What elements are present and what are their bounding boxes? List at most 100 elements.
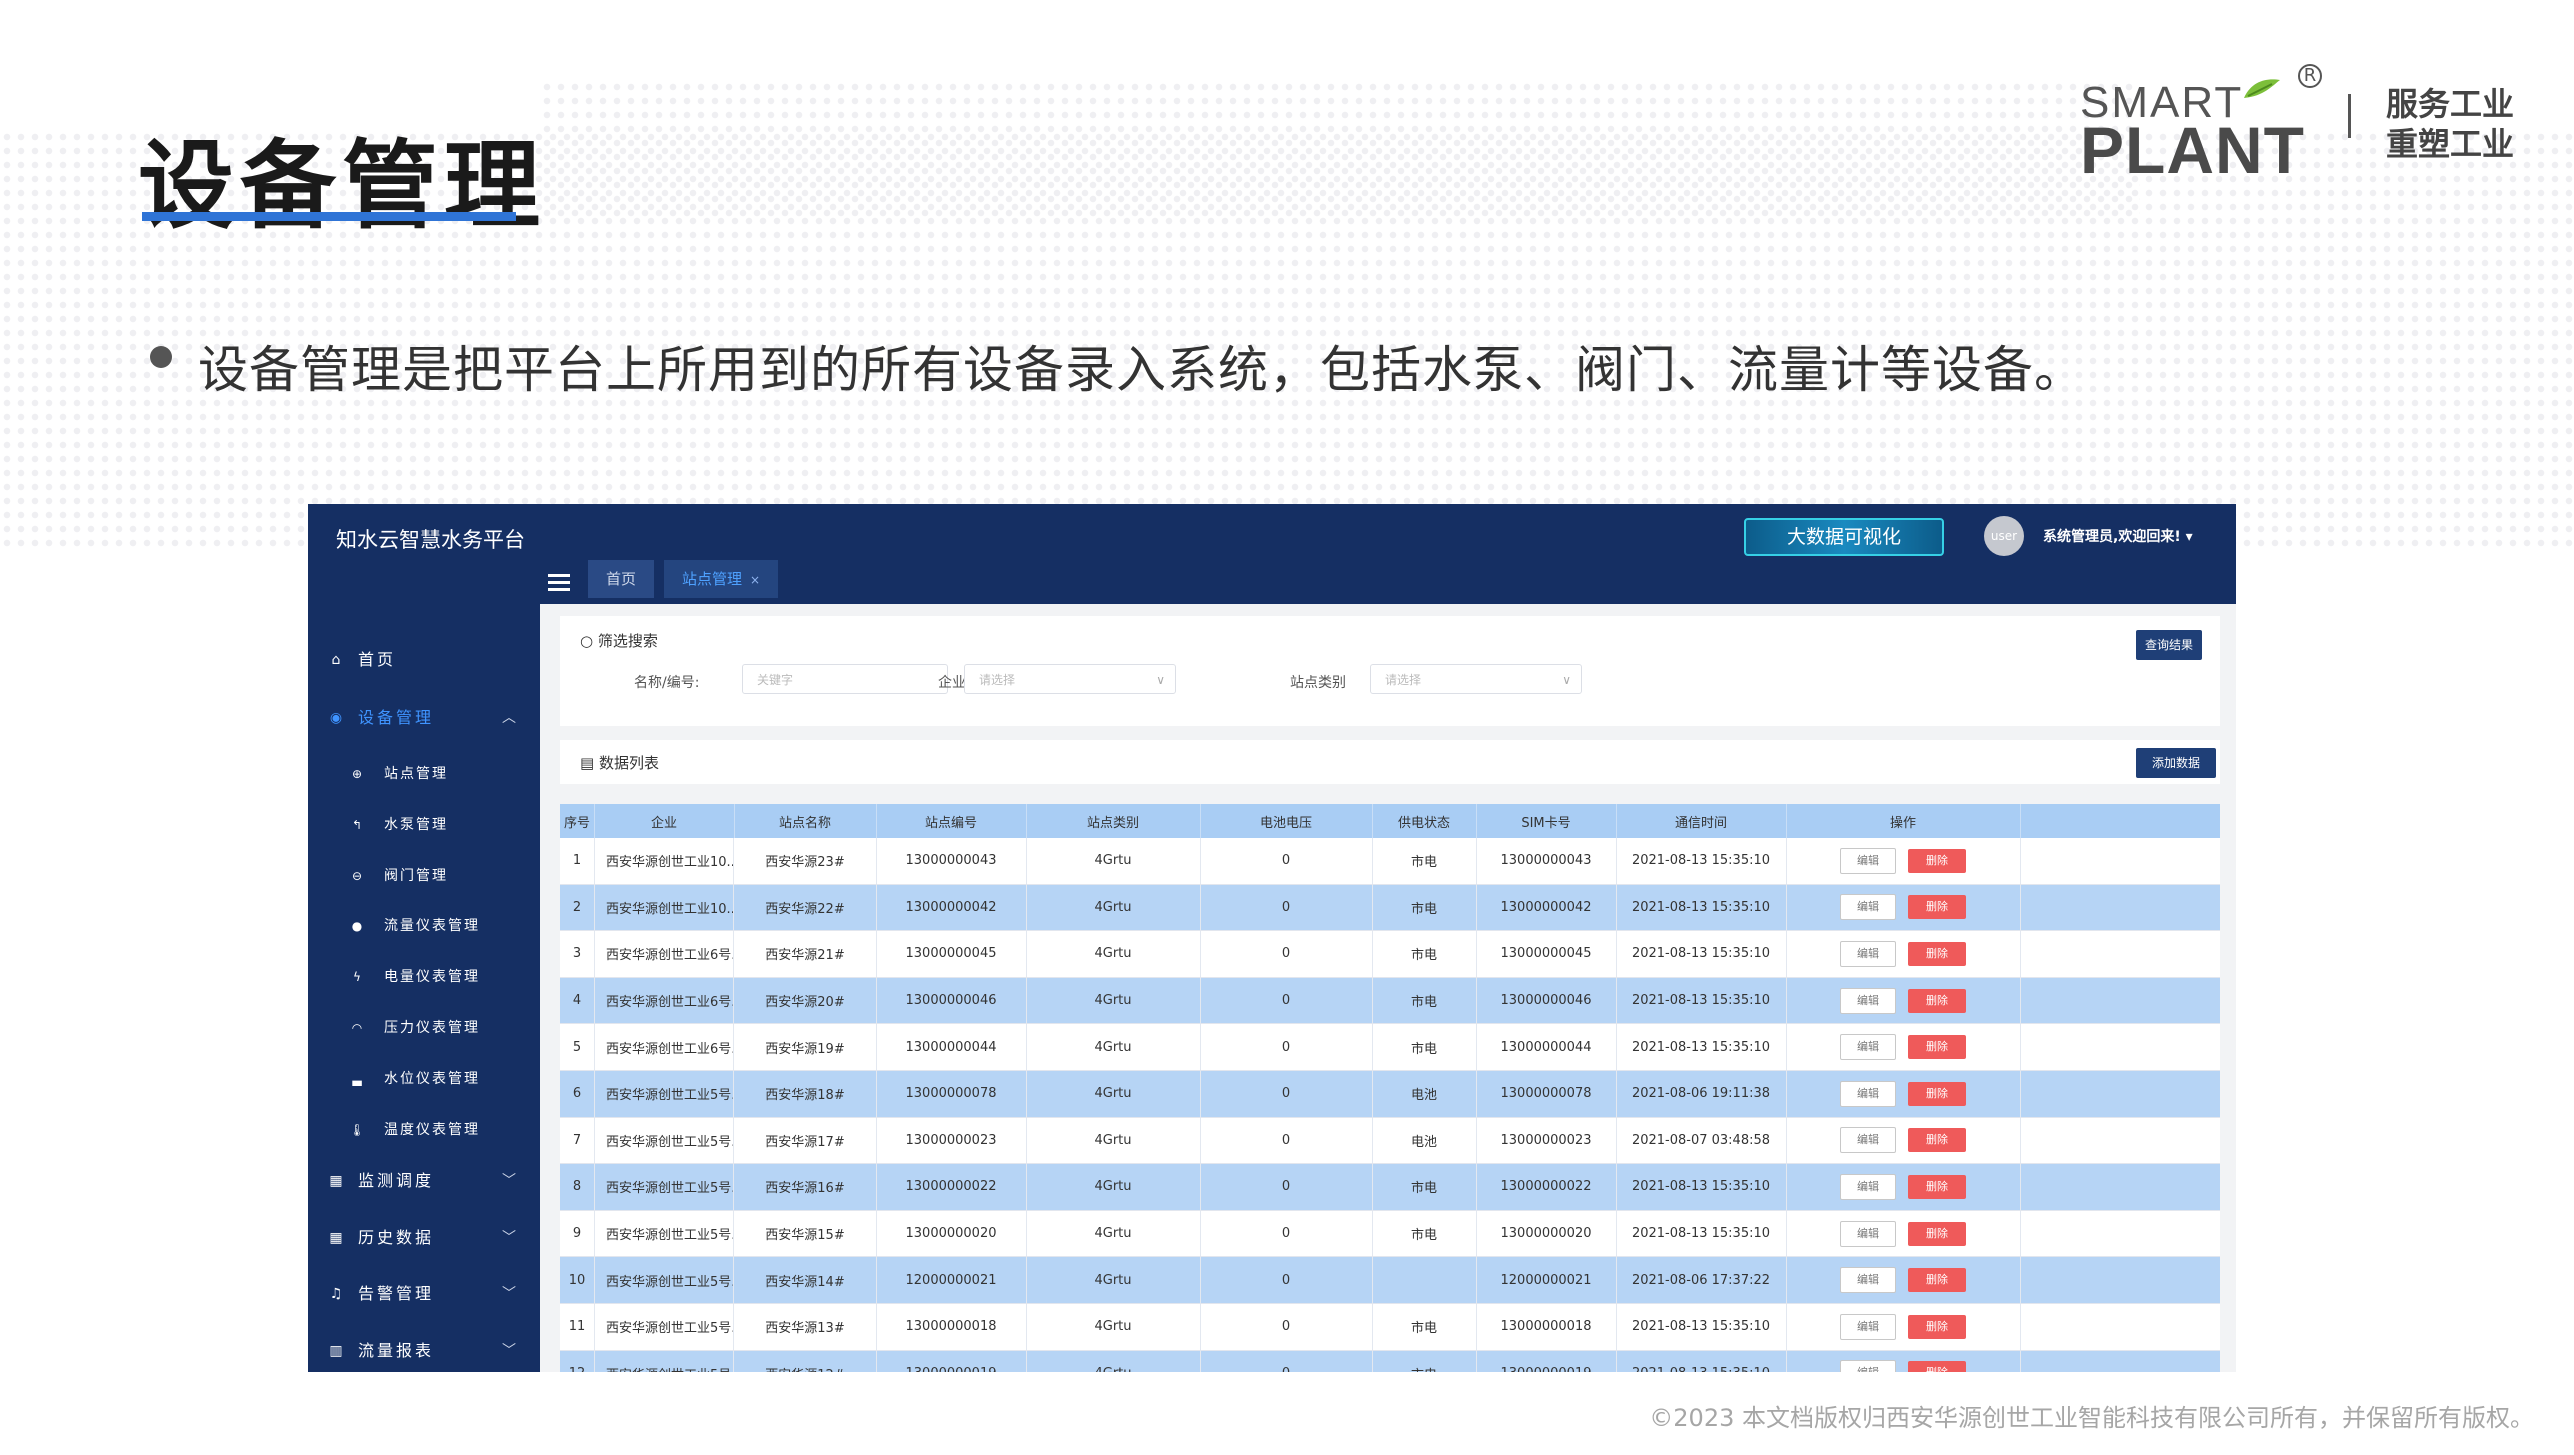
table-cell: 西安华源12# — [734, 1350, 877, 1372]
user-welcome-dropdown[interactable]: 系统管理员,欢迎回来! ▾ — [2043, 526, 2193, 546]
copyright-footer: ©2023 本文档版权归西安华源创世工业智能科技有限公司所有，并保留所有版权。 — [1649, 1404, 2534, 1432]
column-header[interactable]: 站点名称 — [734, 804, 877, 838]
table-cell: 4Grtu — [1026, 1257, 1201, 1303]
add-data-button[interactable]: 添加数据 — [2136, 748, 2216, 778]
column-header[interactable]: SIM卡号 — [1476, 804, 1617, 838]
sidebar-subitem-label: 阀门管理 — [384, 867, 448, 884]
delete-button[interactable]: 删除 — [1908, 848, 1966, 873]
table-cell: 市电 — [1372, 838, 1477, 884]
column-header[interactable]: 电池电压 — [1200, 804, 1373, 838]
data-list-title-text: 数据列表 — [598, 754, 659, 772]
table-cell: 1 — [560, 838, 595, 884]
table-cell: 西安华源16# — [734, 1164, 877, 1210]
column-header[interactable]: 供电状态 — [1372, 804, 1477, 838]
table-cell: 0 — [1200, 1117, 1373, 1164]
table-cell: 2021-08-07 03:48:58 — [1616, 1117, 1787, 1164]
delete-button[interactable]: 删除 — [1908, 1174, 1966, 1199]
pump-icon: ↰ — [351, 817, 363, 832]
site-type-select[interactable]: 请选择 ∨ — [1370, 664, 1582, 694]
delete-button[interactable]: 删除 — [1908, 1128, 1966, 1153]
edit-button[interactable]: 编辑 — [1840, 1267, 1896, 1294]
table-cell: 0 — [1200, 931, 1373, 977]
edit-button[interactable]: 编辑 — [1840, 1173, 1896, 1200]
delete-button[interactable]: 删除 — [1908, 895, 1966, 920]
sidebar-item-monitor[interactable]: ▦ 监测调度 ﹀ — [308, 1161, 540, 1201]
table-cell: 8 — [560, 1164, 595, 1210]
table-cell: 13000000019 — [1476, 1350, 1617, 1372]
table-cell: 西安华源17# — [734, 1117, 877, 1164]
edit-button[interactable]: 编辑 — [1840, 847, 1896, 874]
caret-down-icon: ▾ — [2185, 529, 2193, 545]
sidebar-subitem-flow-meter[interactable]: ● 流量仪表管理 — [308, 908, 540, 944]
column-header[interactable]: 站点编号 — [876, 804, 1027, 838]
row-actions: 编辑 删除 — [1786, 1303, 2021, 1350]
delete-button[interactable]: 删除 — [1908, 1221, 1966, 1246]
sidebar-subitem-label: 流量仪表管理 — [384, 918, 480, 935]
delete-button[interactable]: 删除 — [1908, 1035, 1966, 1060]
column-header[interactable]: 通信时间 — [1616, 804, 1787, 838]
column-header[interactable]: 序号 — [560, 804, 595, 838]
filter-title-text: 筛选搜索 — [597, 632, 658, 650]
pressure-icon: ◠ — [351, 1021, 363, 1035]
tab-close-icon[interactable]: × — [750, 573, 760, 587]
edit-button[interactable]: 编辑 — [1840, 940, 1896, 967]
query-button[interactable]: 查询结果 — [2136, 630, 2202, 660]
table-row: 3 西安华源创世工业6号... 西安华源21# 13000000045 4Grtu 0 市电… — [560, 931, 2220, 978]
sidebar-subitem-pressure[interactable]: ◠ 压力仪表管理 — [308, 1010, 540, 1046]
avatar[interactable]: user — [1984, 516, 2024, 556]
edit-button[interactable]: 编辑 — [1840, 1080, 1896, 1107]
edit-button[interactable]: 编辑 — [1840, 1360, 1896, 1372]
delete-button[interactable]: 删除 — [1908, 1314, 1966, 1339]
table-cell: 市电 — [1372, 1024, 1477, 1070]
table-cell: 0 — [1200, 1257, 1373, 1303]
edit-button[interactable]: 编辑 — [1840, 1220, 1896, 1247]
sidebar-subitem-valve[interactable]: ⊖ 阀门管理 — [308, 858, 540, 894]
delete-button[interactable]: 删除 — [1908, 1081, 1966, 1106]
edit-button[interactable]: 编辑 — [1840, 1313, 1896, 1340]
site-type-placeholder: 请选择 — [1385, 673, 1422, 687]
table-cell: 西安华源创世工业5号... — [594, 1257, 734, 1303]
delete-button[interactable]: 删除 — [1908, 1268, 1966, 1293]
tab-site-label: 站点管理 — [682, 570, 743, 588]
sidebar-item-device[interactable]: ◉ 设备管理 ︿ — [308, 698, 540, 738]
table-row: 11 西安华源创世工业5号... 西安华源13# 13000000018 4Grtu 0 市… — [560, 1303, 2220, 1351]
edit-button[interactable]: 编辑 — [1840, 1034, 1896, 1061]
column-header[interactable]: 企业 — [594, 804, 735, 838]
table-row: 5 西安华源创世工业6号... 西安华源19# 13000000044 4Grtu 0 市电… — [560, 1024, 2220, 1071]
edit-button[interactable]: 编辑 — [1840, 894, 1896, 921]
sidebar-item-bar-chart[interactable]: ▥ 流量报表 ﹀ — [308, 1331, 540, 1371]
table-cell: 西安华源创世工业5号... — [594, 1303, 734, 1350]
company-select[interactable]: 请选择 ∨ — [964, 664, 1176, 694]
sidebar-item-history[interactable]: ▦ 历史数据 ﹀ — [308, 1218, 540, 1258]
table-cell: 13000000046 — [876, 977, 1027, 1024]
tab-site-management[interactable]: 站点管理 × — [664, 560, 779, 598]
slide-description: 设备管理是把平台上所用到的所有设备录入系统，包括水泵、阀门、流量计等设备。 — [198, 341, 2085, 399]
sidebar-subitem-pump[interactable]: ↰ 水泵管理 — [308, 807, 540, 843]
table-cell: 13000000078 — [1476, 1070, 1617, 1117]
sidebar-item-home[interactable]: ⌂ 首页 — [308, 640, 540, 680]
tab-home[interactable]: 首页 — [588, 560, 655, 598]
column-header[interactable]: 操作 — [1786, 804, 2021, 838]
name-search-input[interactable]: 关键字 — [742, 664, 948, 694]
hamburger-menu-icon[interactable] — [548, 574, 570, 591]
sidebar-subitem-level[interactable]: ▃ 水位仪表管理 — [308, 1061, 540, 1097]
chevron-icon: ﹀ — [502, 1173, 516, 1189]
table-cell: 13000000018 — [1476, 1303, 1617, 1350]
table-row: 6 西安华源创世工业5号... 西安华源18# 13000000078 4Grtu 0 电池… — [560, 1070, 2220, 1118]
app-brand: 知水云智慧水务平台 — [336, 528, 525, 552]
sidebar-subitem-lightning[interactable]: ϟ 电量仪表管理 — [308, 959, 540, 995]
delete-button[interactable]: 删除 — [1908, 988, 1966, 1013]
sidebar-subitem-globe[interactable]: ⊕ 站点管理 — [308, 756, 540, 792]
table-cell: 4Grtu — [1026, 884, 1201, 931]
sidebar-item-bell[interactable]: ♫ 告警管理 ﹀ — [308, 1274, 540, 1314]
table-cell: 2021-08-13 15:35:10 — [1616, 1303, 1787, 1350]
column-header[interactable]: 站点类别 — [1026, 804, 1201, 838]
edit-button[interactable]: 编辑 — [1840, 987, 1896, 1014]
table-cell: 西安华源创世工业6号... — [594, 977, 734, 1024]
table-cell: 2021-08-13 15:35:10 — [1616, 1350, 1787, 1372]
delete-button[interactable]: 删除 — [1908, 1361, 1966, 1372]
edit-button[interactable]: 编辑 — [1840, 1127, 1896, 1154]
sidebar-subitem-thermometer[interactable]: 🌡 温度仪表管理 — [308, 1112, 540, 1148]
delete-button[interactable]: 删除 — [1908, 941, 1966, 966]
big-data-visualization-button[interactable]: 大数据可视化 — [1744, 518, 1944, 556]
